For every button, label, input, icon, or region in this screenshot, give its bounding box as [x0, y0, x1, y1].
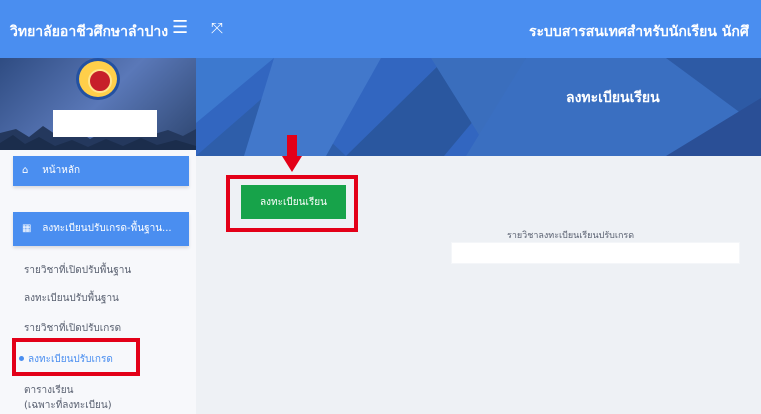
timetable-line: ตารางเรียน: [24, 385, 74, 396]
student-name-box: [53, 110, 157, 137]
home-icon: ⌂: [22, 165, 29, 176]
page-title: ลงทะเบียนเรียน: [566, 90, 660, 106]
register-button-highlight: ลงทะเบียนเรียน: [226, 175, 358, 232]
timetable-line: (เฉพาะที่ลงทะเบียน): [24, 400, 112, 411]
grade-course-select[interactable]: [451, 242, 740, 264]
sidebar-item-grade-registration[interactable]: ลงทะเบียนปรับเกรด: [12, 338, 140, 376]
sidebar-item-home[interactable]: ⌂ หน้าหลัก: [13, 156, 189, 186]
sidebar-item-label: ลงทะเบียนปรับเกรด: [28, 354, 113, 365]
sidebar-item-open-grade-courses[interactable]: รายวิชาที่เปิดปรับเกรด: [24, 321, 121, 336]
register-button[interactable]: ลงทะเบียนเรียน: [241, 185, 346, 219]
college-name: วิทยาลัยอาชีวศึกษาลำปาง: [10, 24, 169, 40]
active-dot-icon: [19, 356, 24, 361]
sidebar-group-label: ลงทะเบียนปรับเกรด-พื้นฐาน...: [42, 223, 172, 234]
sidebar-item-basic-registration[interactable]: ลงทะเบียนปรับพื้นฐาน: [24, 291, 119, 306]
main-content: ลงทะเบียนเรียน ลงทะเบียนเรียน รายวิชาลงท…: [196, 58, 761, 414]
grade-course-section-label: รายวิชาลงทะเบียนเรียนปรับเกรด: [507, 231, 635, 241]
sidebar-group-grade-registration[interactable]: ▦ ลงทะเบียนปรับเกรด-พื้นฐาน...: [13, 212, 189, 246]
sidebar-item-label: หน้าหลัก: [42, 165, 81, 176]
college-logo: [76, 58, 120, 100]
sidebar-item-open-basic-courses[interactable]: รายวิชาที่เปิดปรับพื้นฐาน: [24, 263, 131, 278]
menu-icon[interactable]: ☰: [172, 17, 188, 38]
fullscreen-icon[interactable]: ⤧: [211, 19, 223, 37]
profile-panel: [0, 58, 196, 150]
geometric-banner-pattern: [196, 58, 761, 156]
top-bar: วิทยาลัยอาชีวศึกษาลำปาง ☰ ⤧ ระบบสารสนเทศ…: [0, 0, 761, 58]
system-title: ระบบสารสนเทศสำหรับนักเรียน นักศึ: [529, 24, 749, 40]
grid-icon: ▦: [22, 223, 32, 234]
page-banner: ลงทะเบียนเรียน: [196, 58, 761, 156]
sidebar: ⌂ หน้าหลัก ▦ ลงทะเบียนปรับเกรด-พื้นฐาน..…: [0, 58, 196, 414]
red-down-arrow-icon: [282, 135, 302, 172]
sidebar-item-timetable[interactable]: ตารางเรียน (เฉพาะที่ลงทะเบียน): [24, 383, 112, 413]
